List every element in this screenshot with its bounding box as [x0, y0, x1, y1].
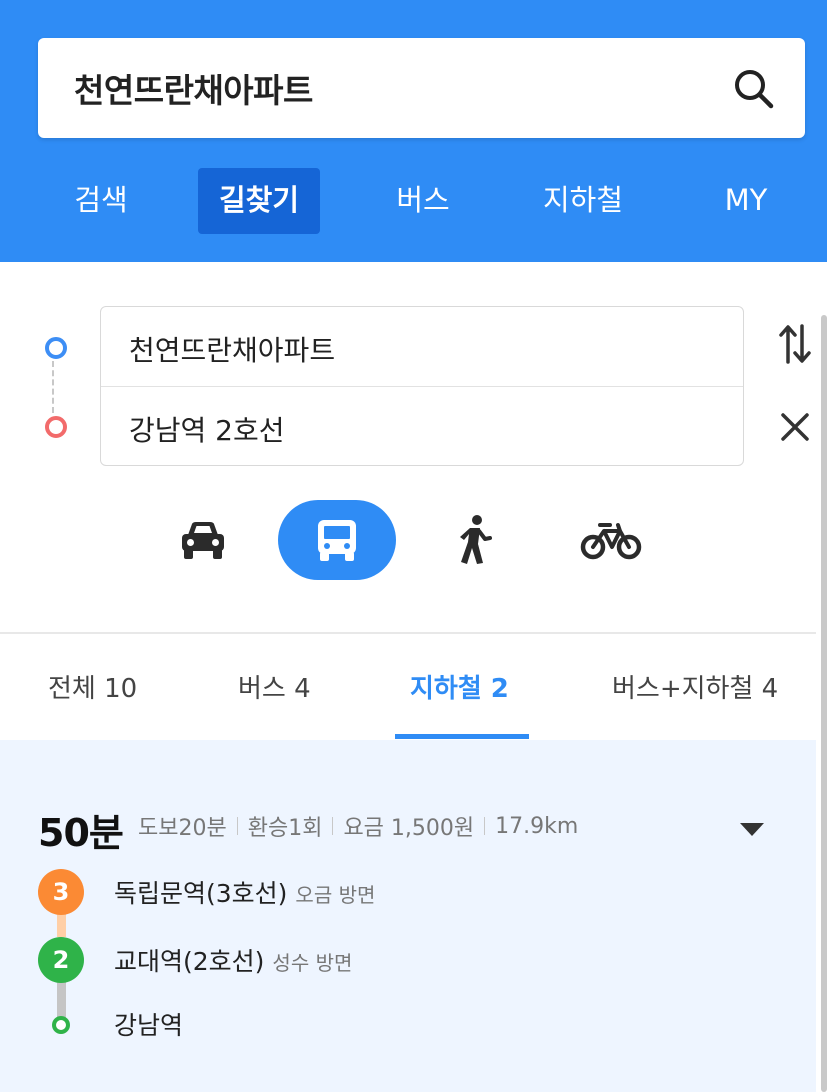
chevron-down-icon[interactable] — [738, 820, 766, 838]
transfer-count: 환승1회 — [247, 816, 323, 841]
scrollbar[interactable] — [821, 315, 827, 1092]
boarding-station: 독립문역(3호선) 오금 방면 — [114, 874, 375, 910]
transfer-station: 교대역(2호선) 성수 방면 — [114, 942, 352, 978]
station-name: 독립문역(3호선) — [114, 879, 288, 908]
swap-icon[interactable] — [778, 322, 812, 366]
top-header: 천연뜨란채아파트 검색 길찾기 버스 지하철 MY — [0, 0, 827, 262]
direction: 오금 방면 — [295, 883, 376, 907]
walk-icon — [460, 515, 492, 564]
tab-all[interactable]: 전체 10 — [48, 668, 137, 705]
route-result-card[interactable]: 50분 도보20분 환승1회 요금 1,500원 17.9km 3 독립문역(3… — [0, 740, 816, 1092]
route-connector — [52, 361, 54, 413]
summary-separator — [332, 817, 334, 835]
tab-bus[interactable]: 버스 — [374, 168, 472, 234]
station-name: 교대역(2호선) — [114, 947, 265, 976]
tab-my[interactable]: MY — [698, 168, 794, 234]
close-icon[interactable] — [780, 412, 810, 442]
main-nav-tabs: 검색 길찾기 버스 지하철 MY — [0, 168, 827, 236]
tabs-divider — [0, 632, 816, 634]
tab-subway[interactable]: 지하철 — [524, 168, 642, 234]
destination-field[interactable]: 강남역 2호선 — [129, 409, 285, 449]
route-input-box: 천연뜨란채아파트 강남역 2호선 — [100, 306, 744, 466]
tab-bus-subway[interactable]: 버스+지하철 4 — [612, 668, 778, 705]
route-summary: 도보20분 환승1회 요금 1,500원 17.9km — [138, 810, 578, 842]
line2-badge: 2 — [38, 937, 84, 983]
origin-field[interactable]: 천연뜨란채아파트 — [129, 329, 335, 369]
line3-badge: 3 — [38, 869, 84, 915]
tab-directions[interactable]: 길찾기 — [198, 168, 320, 234]
total-duration: 50분 — [38, 811, 124, 855]
summary-separator — [236, 817, 238, 835]
car-icon — [182, 522, 224, 559]
fare: 요금 1,500원 — [343, 816, 475, 841]
summary-separator — [484, 817, 486, 835]
active-tab-underline — [395, 734, 529, 739]
walk-time: 도보20분 — [138, 816, 227, 841]
tab-subway-only[interactable]: 지하철 2 — [410, 668, 509, 705]
tab-search[interactable]: 검색 — [52, 168, 150, 234]
start-marker — [45, 337, 67, 359]
mode-transit-button[interactable] — [278, 500, 396, 580]
bus-icon — [318, 520, 356, 561]
search-box[interactable]: 천연뜨란채아파트 — [38, 38, 805, 138]
tab-bus-only[interactable]: 버스 4 — [238, 668, 311, 705]
direction: 성수 방면 — [272, 951, 353, 975]
bike-icon — [580, 523, 642, 560]
arrival-marker — [52, 1016, 70, 1034]
mode-car-button[interactable] — [168, 500, 238, 580]
distance: 17.9km — [495, 813, 579, 839]
mode-walk-button[interactable] — [445, 500, 505, 580]
arrival-station: 강남역 — [114, 1006, 183, 1042]
route-divider — [101, 386, 743, 387]
mode-bike-button[interactable] — [578, 500, 644, 580]
search-icon[interactable] — [731, 66, 777, 112]
station-name: 강남역 — [114, 1011, 184, 1040]
search-input[interactable]: 천연뜨란채아파트 — [74, 64, 313, 112]
end-marker — [45, 416, 67, 438]
